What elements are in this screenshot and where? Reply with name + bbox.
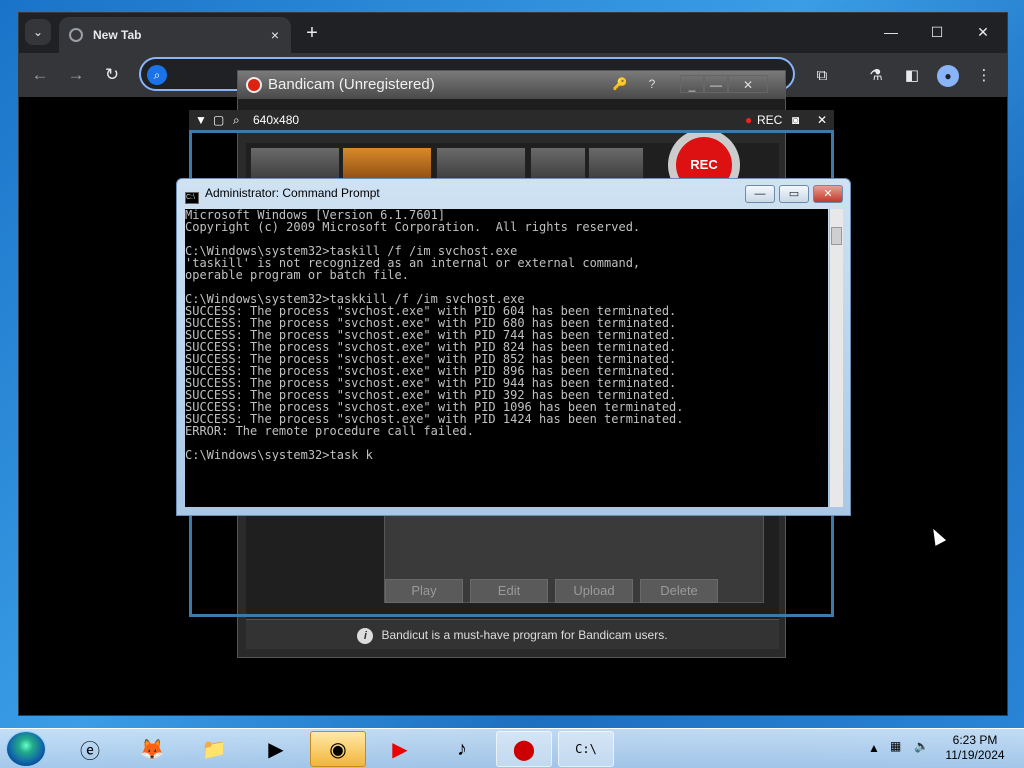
- capture-overlay-bar[interactable]: ▼ ▢ ⌕ 640x480 ● REC ◙ ✕: [189, 110, 834, 130]
- bandicam-title: Bandicam (Unregistered): [268, 76, 435, 93]
- cmd-output: Microsoft Windows [Version 6.1.7601] Copy…: [185, 209, 828, 461]
- show-hidden-icons[interactable]: ▲: [868, 741, 880, 755]
- file-explorer-icon[interactable]: 📁: [186, 731, 242, 767]
- minimize-button[interactable]: —: [871, 19, 911, 45]
- rec-dot-icon: ●: [745, 113, 753, 127]
- tab-close-button[interactable]: ×: [265, 27, 285, 43]
- cmd-title: Administrator: Command Prompt: [205, 186, 380, 200]
- maximize-button[interactable]: ☐: [917, 19, 957, 45]
- firefox-icon[interactable]: 🦊: [124, 731, 180, 767]
- cmd-icon: C:\: [185, 192, 199, 204]
- cmd-line: ERROR: The remote procedure call failed.: [185, 424, 474, 438]
- taskbar: ⓔ 🦊 📁 ▶ ◉ ▶ ♪ ⬤ C:\ ▲ ▦ 🔈 6:23 PM 11/19/…: [0, 728, 1024, 768]
- command-prompt-window: C:\ Administrator: Command Prompt — ▭ ✕ M…: [176, 178, 851, 516]
- search-icon: ⌕: [147, 65, 167, 85]
- cmd-taskbar-icon[interactable]: C:\: [558, 731, 614, 767]
- cmd-line: C:\Windows\system32>task k: [185, 448, 373, 461]
- bandicam-logo-icon: [246, 77, 262, 93]
- overlay-dropdown-icon[interactable]: ▼: [195, 110, 207, 130]
- clock-date: 11/19/2024: [945, 748, 1005, 762]
- cmd-scroll-thumb[interactable]: [831, 227, 842, 245]
- reload-button[interactable]: ↻: [101, 65, 123, 85]
- info-icon: i: [357, 627, 374, 644]
- capture-resolution: 640x480: [253, 113, 300, 127]
- bandicam-minimize-small-button[interactable]: _: [680, 75, 704, 93]
- overlay-rec-label[interactable]: REC: [757, 110, 782, 130]
- tiktok-icon[interactable]: ♪: [434, 731, 490, 767]
- bandicam-footer[interactable]: i Bandicut is a must-have program for Ban…: [246, 619, 779, 649]
- clock[interactable]: 6:23 PM 11/19/2024: [940, 733, 1010, 763]
- volume-icon[interactable]: 🔈: [914, 739, 929, 753]
- fullscreen-icon[interactable]: ▢: [213, 110, 224, 130]
- internet-explorer-icon[interactable]: ⓔ: [62, 731, 118, 767]
- cmd-console[interactable]: Microsoft Windows [Version 6.1.7601] Copy…: [185, 209, 828, 507]
- cmd-title-bar[interactable]: C:\ Administrator: Command Prompt: [185, 185, 380, 204]
- cmd-line: operable program or batch file.: [185, 268, 409, 282]
- clock-time: 6:23 PM: [952, 733, 998, 747]
- menu-kebab-icon[interactable]: ⋮: [973, 65, 995, 87]
- cmd-scrollbar[interactable]: [829, 209, 843, 507]
- bandicam-preview-icon[interactable]: ◉: [310, 731, 366, 767]
- back-button[interactable]: ←: [29, 65, 51, 85]
- start-button[interactable]: [6, 731, 46, 767]
- new-tab-button[interactable]: +: [301, 23, 323, 45]
- extensions-icon[interactable]: ⧉: [811, 65, 833, 87]
- tab-strip: ⌄ New Tab × + — ☐ ✕: [19, 13, 1007, 53]
- forward-button[interactable]: →: [65, 65, 87, 85]
- media-player-icon[interactable]: ▶: [248, 731, 304, 767]
- bandicam-footer-text: Bandicut is a must-have program for Band…: [381, 628, 668, 642]
- profile-avatar[interactable]: ●: [937, 65, 959, 87]
- key-icon[interactable]: 🔑: [608, 75, 632, 93]
- bandicam-icon[interactable]: ⬤: [496, 731, 552, 767]
- close-button[interactable]: ✕: [963, 19, 1003, 45]
- screenshot-icon[interactable]: ◙: [792, 110, 799, 130]
- labs-flask-icon[interactable]: ⚗: [865, 65, 887, 87]
- overlay-close-button[interactable]: ✕: [817, 110, 827, 130]
- bandicam-close-button[interactable]: ✕: [728, 75, 768, 93]
- globe-icon: [69, 28, 83, 42]
- side-panel-icon[interactable]: ◧: [901, 65, 923, 87]
- zoom-icon: ⌕: [233, 113, 240, 127]
- cmd-maximize-button[interactable]: ▭: [779, 185, 809, 203]
- help-button[interactable]: ?: [642, 75, 662, 93]
- tab-title: New Tab: [93, 28, 142, 42]
- youtube-icon[interactable]: ▶: [372, 731, 428, 767]
- network-icon[interactable]: ▦: [890, 739, 901, 753]
- cmd-close-button[interactable]: ✕: [813, 185, 843, 203]
- tab-new-tab[interactable]: New Tab ×: [59, 17, 291, 53]
- tab-search-dropdown[interactable]: ⌄: [25, 19, 51, 45]
- cmd-line: Copyright (c) 2009 Microsoft Corporation…: [185, 220, 641, 234]
- cmd-minimize-button[interactable]: —: [745, 185, 775, 203]
- bandicam-minimize-button[interactable]: —: [704, 75, 728, 93]
